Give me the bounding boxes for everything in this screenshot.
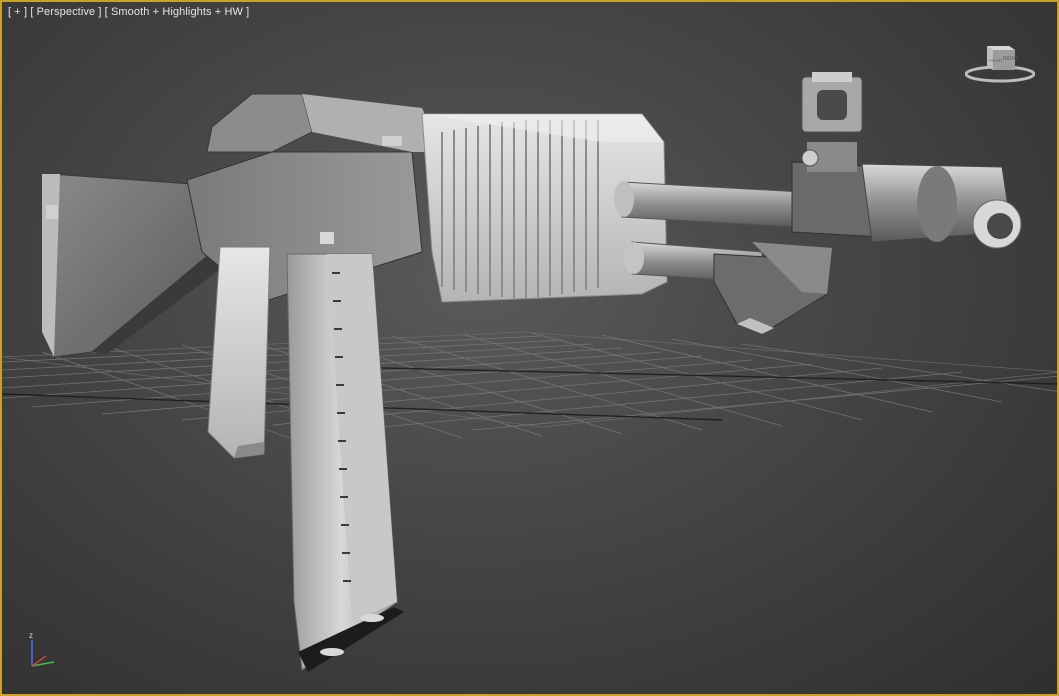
axis-tripod-icon: z — [24, 628, 64, 672]
scene-canvas[interactable] — [2, 2, 1059, 696]
axis-z-label: z — [29, 631, 33, 640]
ground-grid — [2, 331, 1057, 443]
viewport-menu-button[interactable]: [ + ] — [8, 6, 27, 18]
shading-mode-menu[interactable]: [ Smooth + Highlights + HW ] — [105, 6, 250, 18]
viewcube-icon[interactable]: FRONT RIGHT — [964, 40, 1036, 84]
viewcube-face-right[interactable]: RIGHT — [1003, 56, 1019, 62]
viewcube-face-front[interactable]: FRONT — [989, 58, 1003, 63]
view-mode-menu[interactable]: [ Perspective ] — [30, 6, 101, 18]
perspective-viewport[interactable]: [ + ] [ Perspective ] [ Smooth + Highlig… — [0, 0, 1059, 696]
viewport-label: [ + ] [ Perspective ] [ Smooth + Highlig… — [8, 6, 249, 18]
